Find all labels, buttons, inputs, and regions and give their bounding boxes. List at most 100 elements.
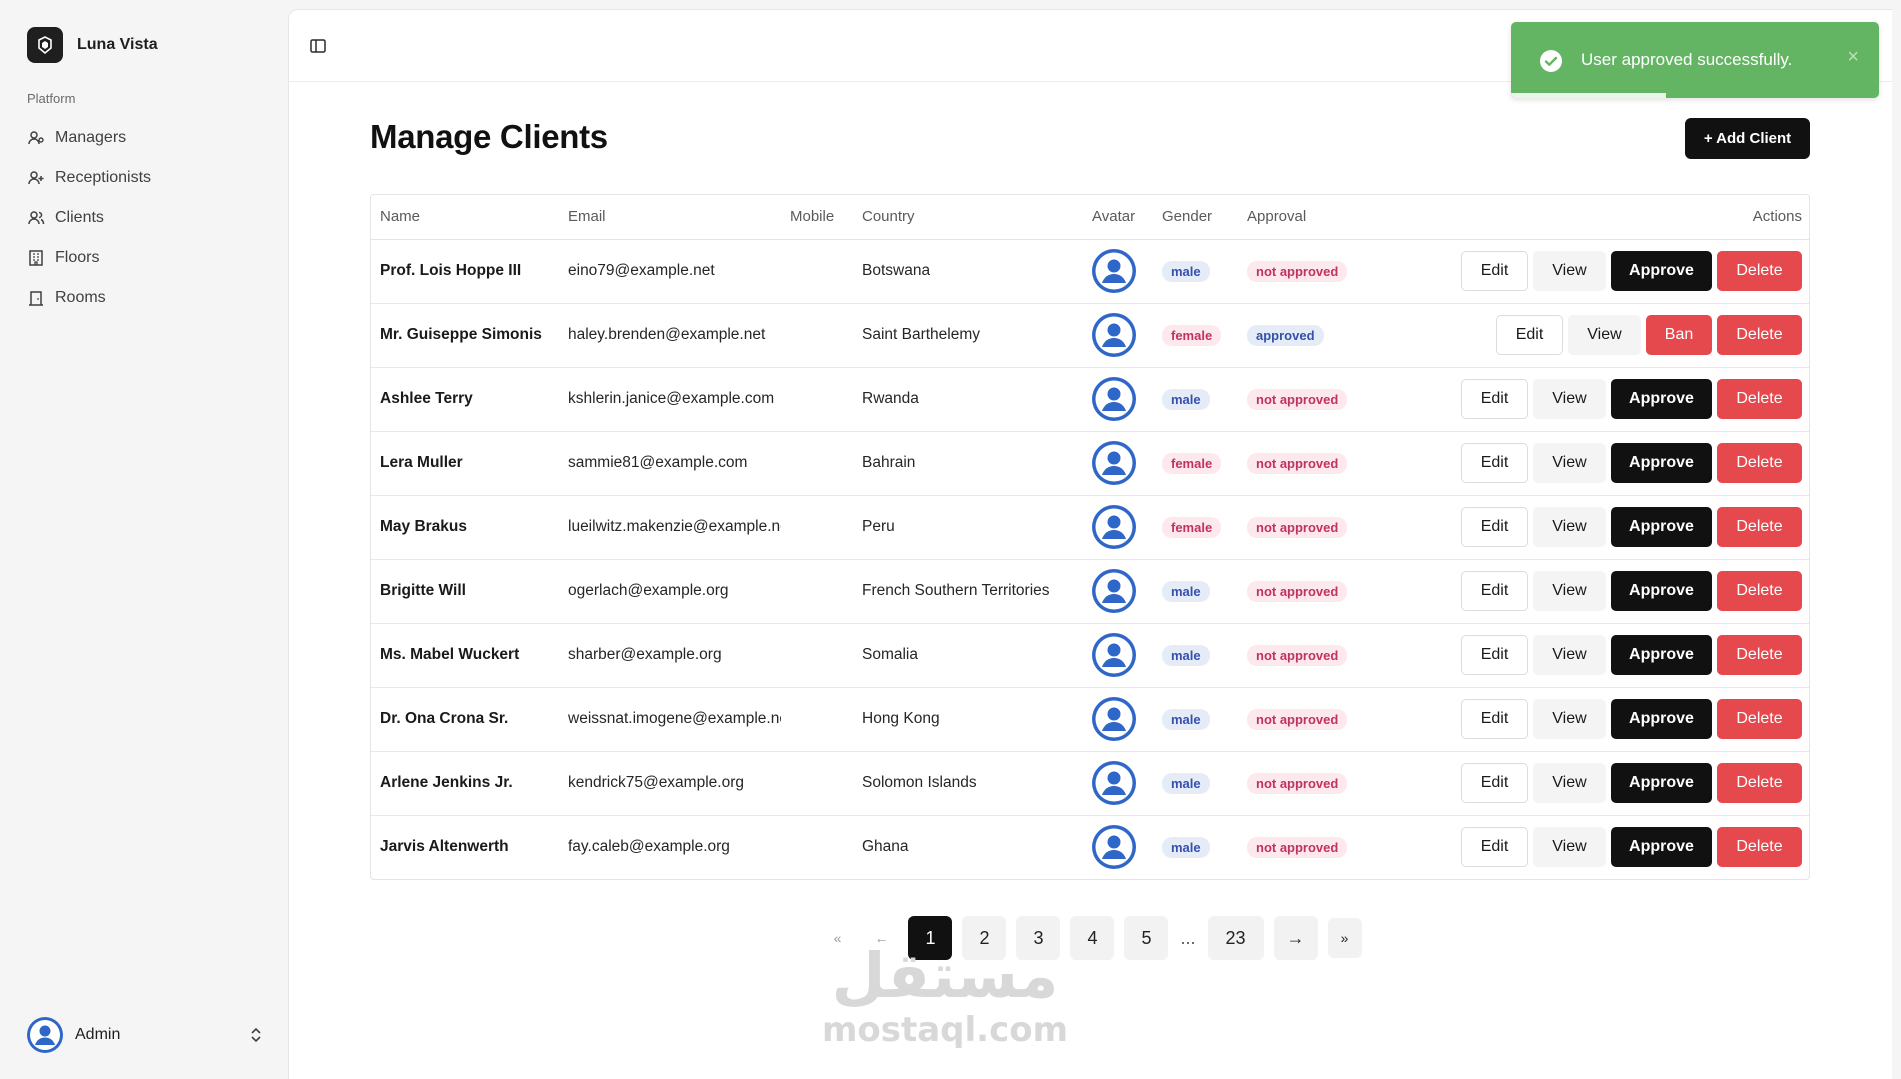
brand[interactable]: Luna Vista — [27, 27, 158, 63]
sidebar-item-managers[interactable]: Managers — [20, 118, 270, 158]
sidebar-item-rooms[interactable]: Rooms — [20, 278, 270, 318]
edit-button[interactable]: Edit — [1461, 379, 1528, 419]
client-email: fay.caleb@example.org — [568, 838, 730, 856]
view-button[interactable]: View — [1533, 379, 1606, 419]
door-icon — [29, 291, 43, 306]
delete-button[interactable]: Delete — [1717, 763, 1802, 803]
avatar — [1092, 377, 1136, 421]
gender-badge: male — [1162, 708, 1210, 730]
delete-button[interactable]: Delete — [1717, 635, 1802, 675]
approval-badge: not approved — [1247, 836, 1348, 858]
app-name: Luna Vista — [77, 36, 158, 53]
view-button[interactable]: View — [1533, 443, 1606, 483]
edit-button[interactable]: Edit — [1496, 315, 1563, 355]
table-row: Ms. Mabel Wuckert sharber@example.org Soma… — [371, 623, 1809, 688]
client-avatar-cell — [1083, 687, 1153, 752]
sidebar-nav: Managers Receptionists Clients Floors Ro… — [20, 118, 270, 318]
page-button-23[interactable]: 23 — [1207, 916, 1264, 960]
client-avatar-cell — [1083, 559, 1153, 624]
client-approval-cell: not approved — [1238, 431, 1378, 496]
delete-button[interactable]: Delete — [1717, 699, 1802, 739]
client-approval-cell: not approved — [1238, 559, 1378, 624]
client-gender-cell: female — [1153, 303, 1238, 368]
close-icon[interactable]: × — [1847, 46, 1859, 69]
client-approval-cell: not approved — [1238, 623, 1378, 688]
gender-badge: male — [1162, 388, 1210, 410]
view-button[interactable]: View — [1533, 571, 1606, 611]
client-gender-cell: male — [1153, 559, 1238, 624]
client-gender-cell: male — [1153, 367, 1238, 432]
client-country: Bahrain — [853, 431, 1083, 496]
page-button-4[interactable]: 4 — [1070, 916, 1115, 960]
delete-button[interactable]: Delete — [1717, 251, 1802, 291]
gender-badge: male — [1162, 260, 1210, 282]
delete-button[interactable]: Delete — [1717, 443, 1802, 483]
approve-button[interactable]: Approve — [1611, 827, 1712, 868]
approve-button[interactable]: Approve — [1611, 443, 1712, 483]
column-header-gender: Gender — [1153, 195, 1238, 240]
table-row: May Brakus lueilwitz.makenzie@example.net… — [371, 495, 1809, 560]
avatar — [1092, 633, 1136, 677]
client-country: French Southern Territories — [853, 559, 1083, 624]
table-row: Prof. Lois Hoppe III eino79@example.net Bo… — [371, 239, 1809, 304]
approval-badge: not approved — [1247, 516, 1348, 538]
edit-button[interactable]: Edit — [1461, 571, 1528, 611]
delete-button[interactable]: Delete — [1717, 379, 1802, 419]
sidebar-item-floors[interactable]: Floors — [20, 238, 270, 278]
edit-button[interactable]: Edit — [1461, 443, 1528, 483]
delete-button[interactable]: Delete — [1717, 571, 1802, 611]
approve-button[interactable]: Approve — [1611, 763, 1712, 803]
edit-button[interactable]: Edit — [1461, 635, 1528, 675]
approve-button[interactable]: Approve — [1611, 635, 1712, 675]
client-mobile — [781, 239, 853, 304]
table-row: Lera Muller sammie81@example.com Bahrain fe… — [371, 431, 1809, 496]
column-header-country: Country — [853, 195, 1083, 240]
column-header-avatar: Avatar — [1083, 195, 1153, 240]
delete-button[interactable]: Delete — [1717, 315, 1802, 355]
client-name: Arlene Jenkins Jr. — [371, 751, 559, 816]
client-avatar-cell — [1083, 239, 1153, 304]
client-country: Peru — [853, 495, 1083, 560]
view-button[interactable]: View — [1533, 635, 1606, 675]
next-page-button[interactable]: → — [1273, 916, 1318, 960]
client-country: Rwanda — [853, 367, 1083, 432]
edit-button[interactable]: Edit — [1461, 507, 1528, 547]
delete-button[interactable]: Delete — [1717, 507, 1802, 547]
add-client-button[interactable]: + Add Client — [1685, 118, 1810, 159]
approve-button[interactable]: Approve — [1611, 699, 1712, 739]
approve-button[interactable]: Approve — [1611, 507, 1712, 547]
sidebar-item-clients[interactable]: Clients — [20, 198, 270, 238]
client-avatar-cell — [1083, 815, 1153, 879]
clients-table: Name Email Mobile Country Avatar Gender … — [370, 194, 1810, 880]
view-button[interactable]: View — [1568, 315, 1641, 355]
client-email: weissnat.imogene@example.net — [559, 687, 781, 752]
row-actions: Edit View Approve Delete — [1378, 239, 1809, 304]
edit-button[interactable]: Edit — [1461, 251, 1528, 291]
client-gender-cell: female — [1153, 495, 1238, 560]
edit-button[interactable]: Edit — [1461, 827, 1528, 868]
client-name: Ms. Mabel Wuckert — [371, 623, 559, 688]
ban-button[interactable]: Ban — [1646, 315, 1712, 355]
view-button[interactable]: View — [1533, 763, 1606, 803]
sidebar-item-label: Clients — [55, 209, 104, 226]
delete-button[interactable]: Delete — [1717, 827, 1802, 868]
view-button[interactable]: View — [1533, 251, 1606, 291]
view-button[interactable]: View — [1533, 827, 1606, 868]
edit-button[interactable]: Edit — [1461, 699, 1528, 739]
approve-button[interactable]: Approve — [1611, 379, 1712, 419]
sidebar-item-label: Managers — [55, 129, 127, 146]
user-icon — [28, 131, 44, 145]
user-menu[interactable]: Admin — [27, 1016, 263, 1054]
gender-badge: male — [1162, 644, 1210, 666]
view-button[interactable]: View — [1533, 699, 1606, 739]
approval-badge: not approved — [1247, 772, 1348, 794]
sidebar-item-receptionists[interactable]: Receptionists — [20, 158, 270, 198]
page-button-5[interactable]: 5 — [1124, 916, 1169, 960]
watermark-latin: mostaql.com — [821, 1010, 1069, 1050]
sidebar-toggle-icon[interactable] — [308, 36, 328, 56]
approve-button[interactable]: Approve — [1611, 571, 1712, 611]
last-page-button[interactable]: » — [1327, 918, 1362, 958]
approve-button[interactable]: Approve — [1611, 251, 1712, 291]
view-button[interactable]: View — [1533, 507, 1606, 547]
edit-button[interactable]: Edit — [1461, 763, 1528, 803]
